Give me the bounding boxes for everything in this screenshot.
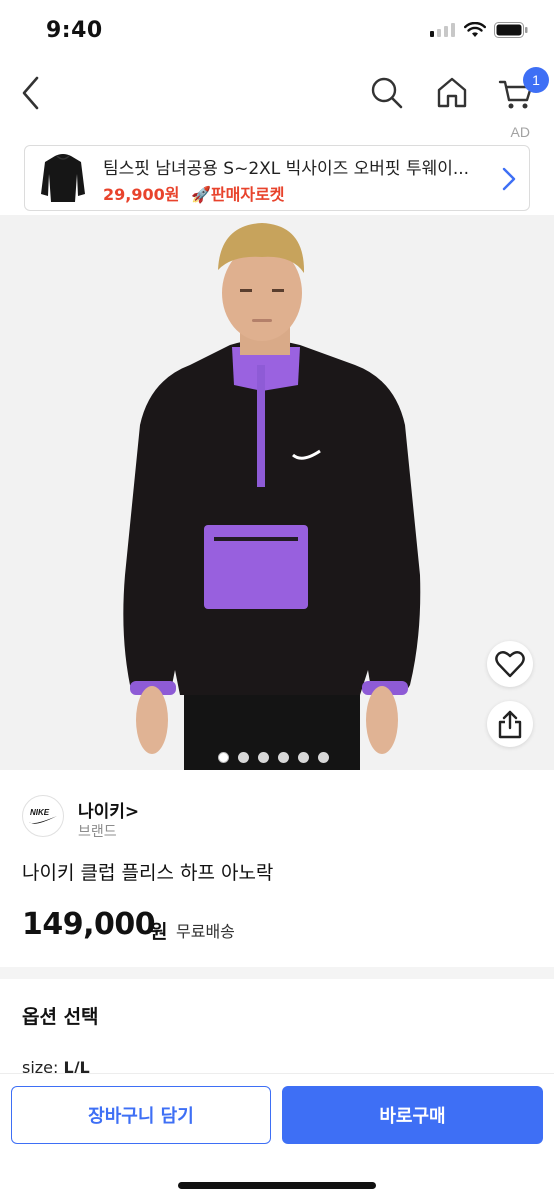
shipping-info: 무료배송 (176, 922, 235, 941)
signal-icon (430, 23, 455, 37)
pagination-dot[interactable] (258, 752, 269, 763)
pagination-dot[interactable] (278, 752, 289, 763)
product-photo (0, 215, 554, 770)
home-icon[interactable] (436, 76, 468, 110)
brand-name-link[interactable]: 나이키> (78, 797, 139, 822)
back-arrow-icon[interactable] (18, 74, 48, 114)
battery-icon (494, 22, 528, 38)
pagination-dot[interactable] (218, 752, 229, 763)
ad-title: 팀스핏 남녀공용 S~2XL 빅사이즈 오버핏 투웨이... (103, 159, 470, 179)
search-icon[interactable] (370, 76, 404, 110)
ad-rocket-tag: 🚀판매자로켓 (191, 185, 285, 204)
gallery-pagination (218, 752, 329, 763)
pagination-dot[interactable] (298, 752, 309, 763)
brand-logo: NIKE (22, 795, 64, 837)
chevron-right-icon (502, 167, 516, 191)
add-to-cart-button[interactable]: 장바구니 담기 (11, 1086, 271, 1144)
heart-icon (495, 651, 525, 678)
status-bar: 9:40 (0, 0, 554, 62)
product-price: 149,000 (22, 907, 156, 942)
pagination-dot[interactable] (318, 752, 329, 763)
ad-price: 29,900원 (103, 185, 180, 204)
wifi-icon (464, 22, 486, 37)
product-title: 나이키 클럽 플리스 하프 아노락 (22, 862, 274, 884)
home-indicator[interactable] (178, 1182, 376, 1189)
brand-type-label: 브랜드 (78, 824, 117, 840)
share-icon (498, 710, 522, 739)
top-navigation (0, 62, 554, 124)
ad-product-thumbnail (35, 150, 91, 206)
product-image-gallery[interactable] (0, 215, 554, 770)
share-button[interactable] (487, 701, 533, 747)
price-currency-unit: 원 (150, 921, 168, 943)
svg-text:NIKE: NIKE (30, 808, 50, 817)
cart-count-badge: 1 (523, 67, 549, 93)
brand-row[interactable]: NIKE 나이키> 브랜드 (22, 795, 532, 841)
ad-label: AD (510, 124, 530, 140)
wishlist-button[interactable] (487, 641, 533, 687)
pagination-dot[interactable] (238, 752, 249, 763)
status-time: 9:40 (46, 18, 103, 43)
buy-now-button[interactable]: 바로구매 (282, 1086, 543, 1144)
ad-banner[interactable]: 팀스핏 남녀공용 S~2XL 빅사이즈 오버핏 투웨이... 29,900원 🚀… (24, 145, 530, 211)
nike-logo-icon: NIKE (29, 808, 57, 824)
system-icons (430, 22, 528, 38)
section-divider (0, 967, 554, 979)
option-section-title: 옵션 선택 (22, 1006, 99, 1028)
